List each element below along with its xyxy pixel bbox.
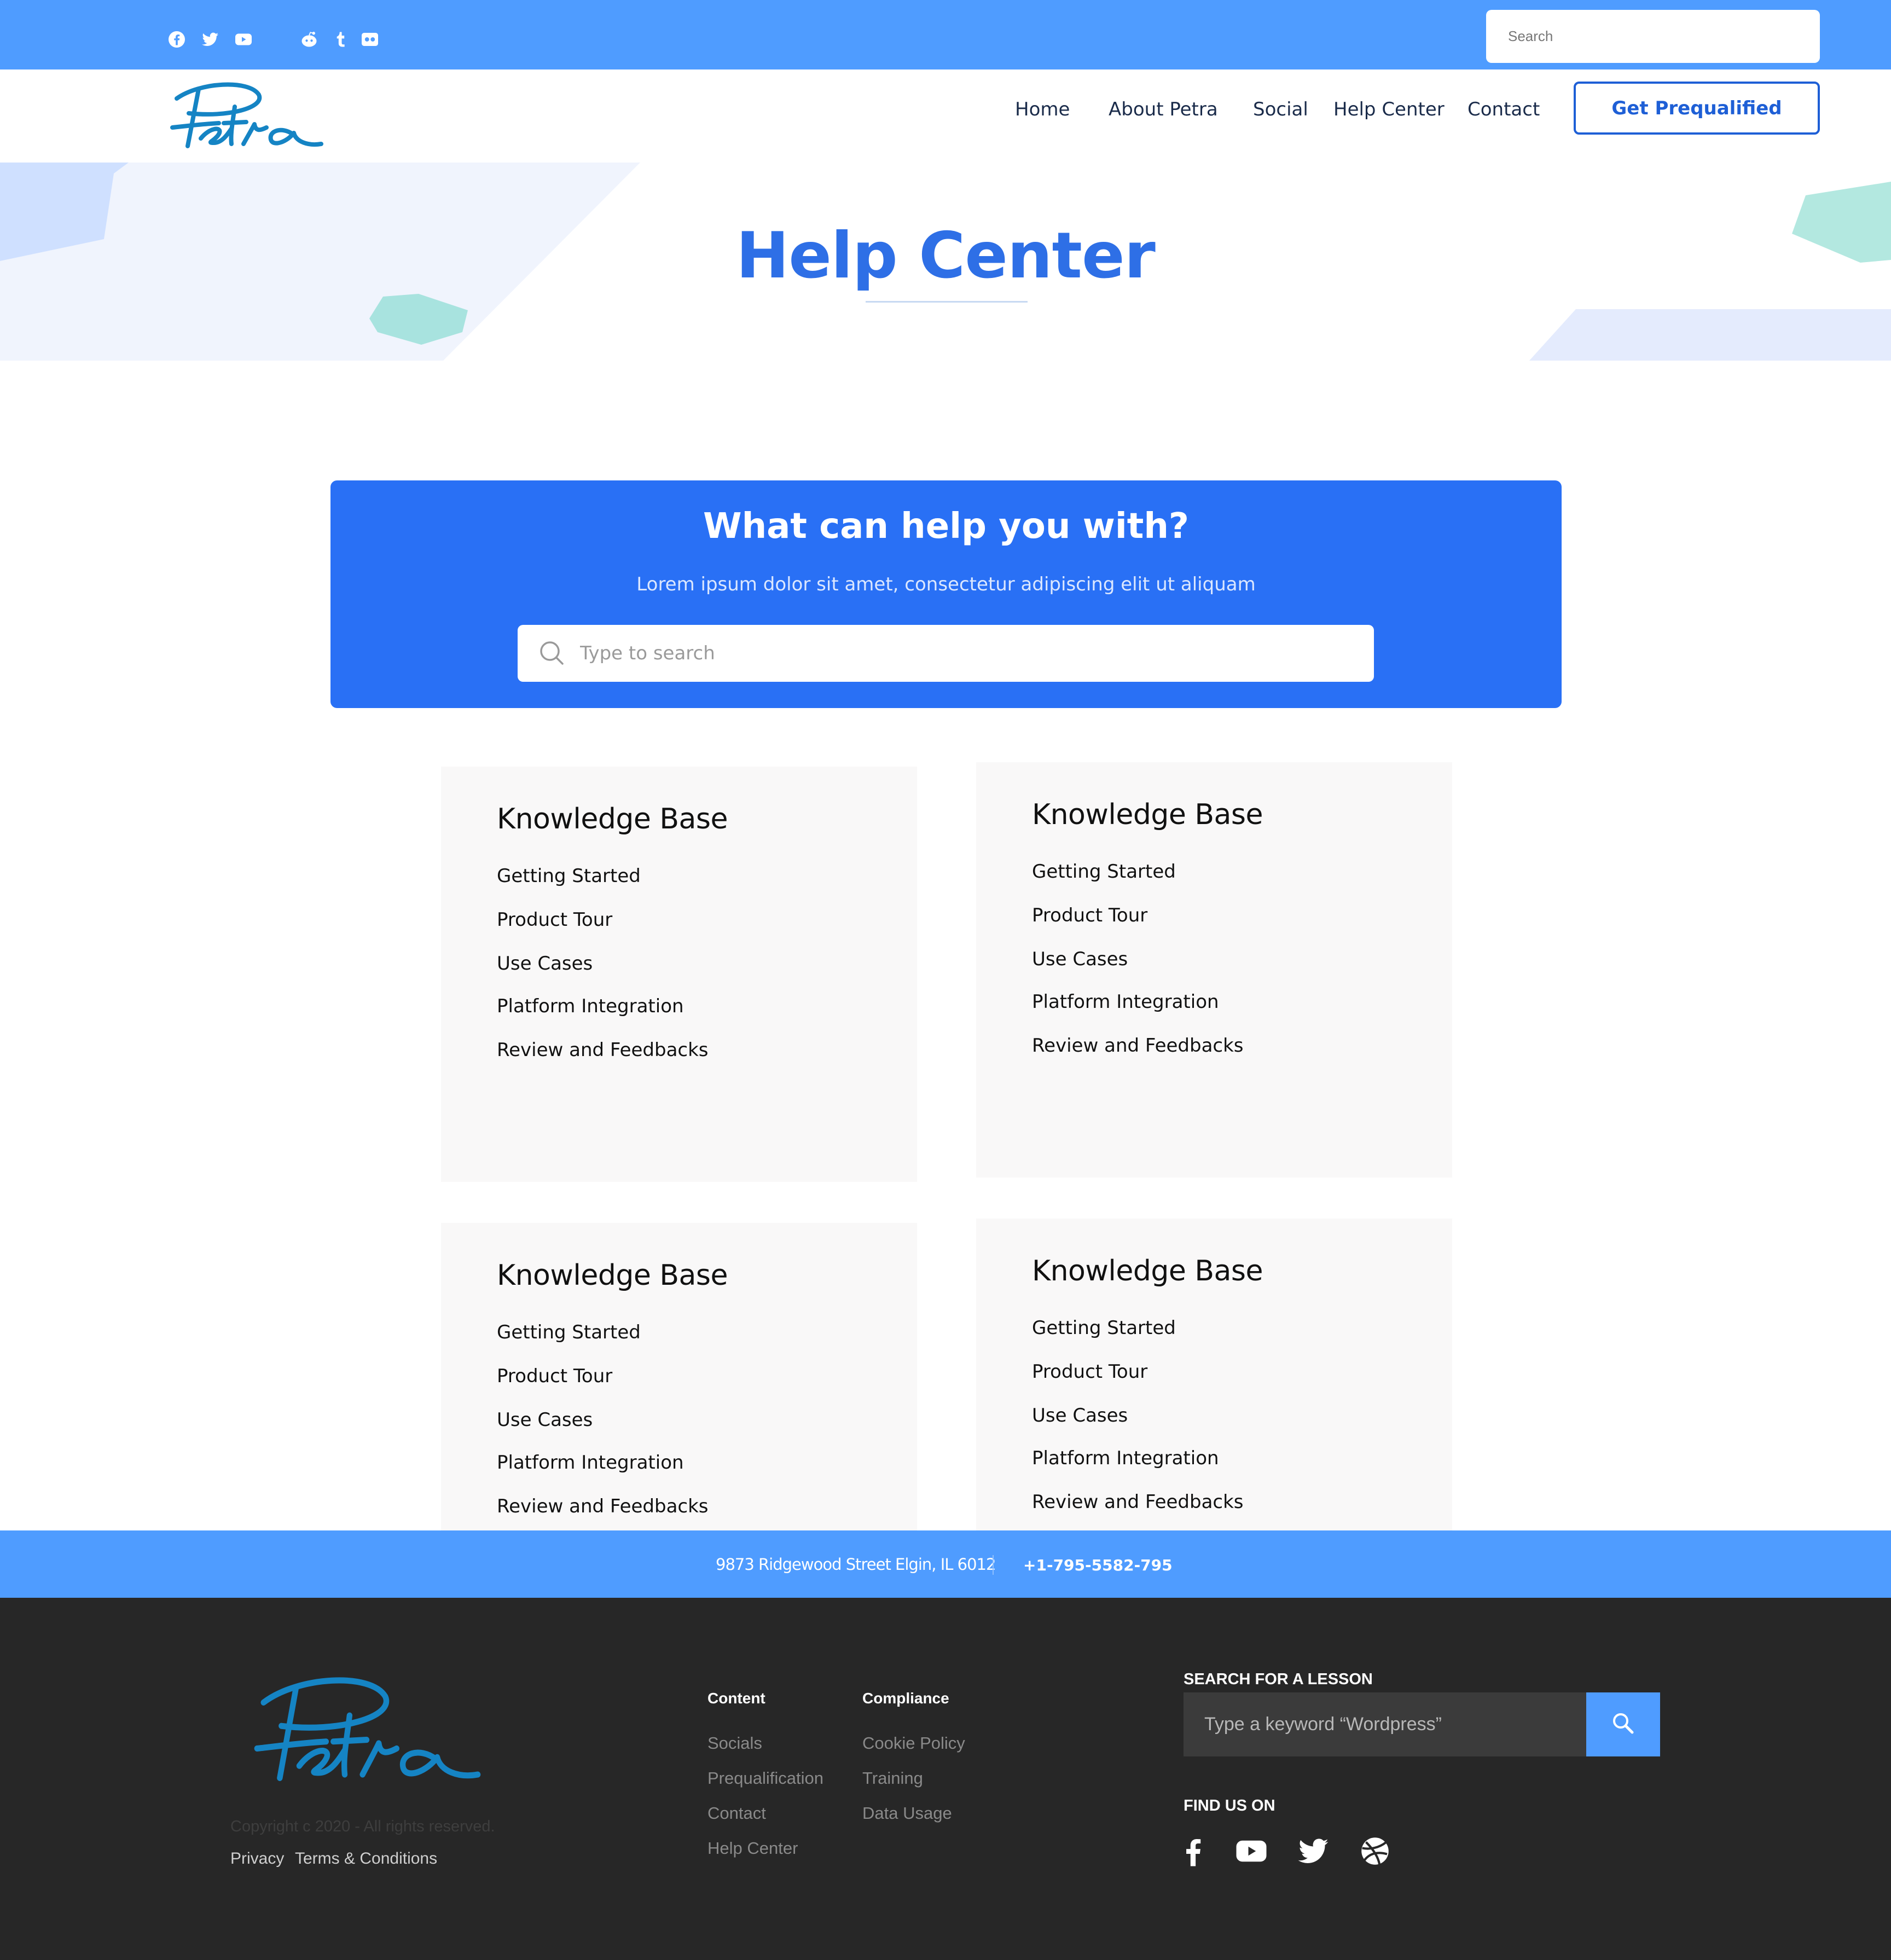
knowledge-base-card: Knowledge Base Getting Started Product T… — [976, 762, 1452, 1178]
card-link-review-feedbacks[interactable]: Review and Feedbacks — [1032, 1491, 1244, 1513]
card-link-product-tour[interactable]: Product Tour — [497, 1365, 612, 1387]
footer-link-cookie-policy[interactable]: Cookie Policy — [862, 1733, 965, 1753]
nav-help-center[interactable]: Help Center — [1333, 96, 1445, 123]
title-underline — [866, 301, 1028, 303]
footer-link-help-center[interactable]: Help Center — [707, 1839, 798, 1858]
card-link-platform-integration[interactable]: Platform Integration — [1032, 991, 1219, 1013]
card-link-getting-started[interactable]: Getting Started — [1032, 1317, 1176, 1339]
card-link-product-tour[interactable]: Product Tour — [1032, 904, 1147, 926]
privacy-link[interactable]: Privacy — [230, 1849, 284, 1868]
facebook-icon[interactable] — [167, 30, 187, 49]
card-link-platform-integration[interactable]: Platform Integration — [497, 1452, 684, 1474]
help-search-input[interactable] — [580, 629, 1357, 677]
help-search-title: What can help you with? — [703, 506, 1190, 547]
get-prequalified-button[interactable]: Get Prequalified — [1574, 82, 1820, 135]
nav-about[interactable]: About Petra — [1109, 96, 1218, 123]
card-link-review-feedbacks[interactable]: Review and Feedbacks — [497, 1495, 709, 1517]
card-link-product-tour[interactable]: Product Tour — [497, 909, 612, 931]
card-title: Knowledge Base — [1032, 1255, 1263, 1288]
find-us-heading: FIND US ON — [1184, 1797, 1275, 1814]
nav-social[interactable]: Social — [1253, 96, 1308, 123]
card-link-platform-integration[interactable]: Platform Integration — [497, 995, 684, 1017]
card-link-platform-integration[interactable]: Platform Integration — [1032, 1447, 1219, 1469]
petra-logo[interactable] — [167, 74, 326, 153]
phone-number[interactable]: +1-795-5582-795 — [1023, 1556, 1173, 1574]
divider — [993, 1555, 994, 1575]
nav-home[interactable]: Home — [1015, 96, 1070, 123]
footer-link-contact[interactable]: Contact — [707, 1804, 766, 1823]
card-link-review-feedbacks[interactable]: Review and Feedbacks — [497, 1039, 709, 1061]
twitter-icon[interactable] — [1295, 1833, 1331, 1869]
dribbble-icon[interactable] — [1357, 1833, 1393, 1869]
help-search-subtitle: Lorem ipsum dolor sit amet, consectetur … — [636, 573, 1256, 595]
knowledge-base-card: Knowledge Base Getting Started Product T… — [441, 767, 917, 1182]
content-heading: Content — [707, 1690, 765, 1707]
footer-link-socials[interactable]: Socials — [707, 1733, 762, 1753]
youtube-icon[interactable] — [234, 30, 253, 49]
flickr-icon[interactable] — [360, 30, 380, 49]
search-icon — [1612, 1713, 1633, 1734]
top-search-input[interactable] — [1486, 10, 1820, 63]
footer-link-data-usage[interactable]: Data Usage — [862, 1804, 952, 1823]
reddit-icon[interactable] — [299, 30, 319, 49]
lesson-search-heading: SEARCH FOR A LESSON — [1184, 1671, 1373, 1688]
facebook-icon[interactable] — [1175, 1833, 1211, 1869]
compliance-heading: Compliance — [862, 1690, 949, 1707]
card-link-getting-started[interactable]: Getting Started — [497, 865, 641, 887]
knowledge-base-card: Knowledge Base Getting Started Product T… — [441, 1223, 917, 1530]
card-link-use-cases[interactable]: Use Cases — [497, 1409, 593, 1431]
page-title: Help Center — [736, 219, 1156, 293]
footer-link-prequalification[interactable]: Prequalification — [707, 1768, 823, 1788]
footer-link-training[interactable]: Training — [862, 1768, 923, 1788]
lesson-search-input[interactable] — [1184, 1692, 1586, 1756]
card-link-getting-started[interactable]: Getting Started — [1032, 861, 1176, 883]
card-title: Knowledge Base — [1032, 798, 1263, 831]
youtube-icon[interactable] — [1233, 1833, 1269, 1869]
card-link-getting-started[interactable]: Getting Started — [497, 1321, 641, 1343]
knowledge-base-card: Knowledge Base Getting Started Product T… — [976, 1219, 1452, 1530]
card-link-use-cases[interactable]: Use Cases — [1032, 1405, 1128, 1426]
card-link-use-cases[interactable]: Use Cases — [1032, 948, 1128, 970]
footer-petra-logo[interactable] — [249, 1663, 484, 1789]
search-icon — [540, 641, 564, 665]
twitter-icon[interactable] — [200, 30, 220, 49]
lesson-search-button[interactable] — [1586, 1692, 1660, 1756]
copyright: Copyright c 2020 - All rights reserved. — [230, 1818, 495, 1835]
card-title: Knowledge Base — [497, 1259, 728, 1292]
terms-link[interactable]: Terms & Conditions — [295, 1849, 437, 1868]
card-link-review-feedbacks[interactable]: Review and Feedbacks — [1032, 1035, 1244, 1057]
card-link-use-cases[interactable]: Use Cases — [497, 953, 593, 975]
card-link-product-tour[interactable]: Product Tour — [1032, 1361, 1147, 1383]
tumblr-icon[interactable] — [330, 30, 350, 49]
card-title: Knowledge Base — [497, 803, 728, 836]
nav-contact[interactable]: Contact — [1467, 96, 1540, 123]
address-text: 9873 Ridgewood Street Elgin, IL 6012 — [716, 1555, 996, 1574]
